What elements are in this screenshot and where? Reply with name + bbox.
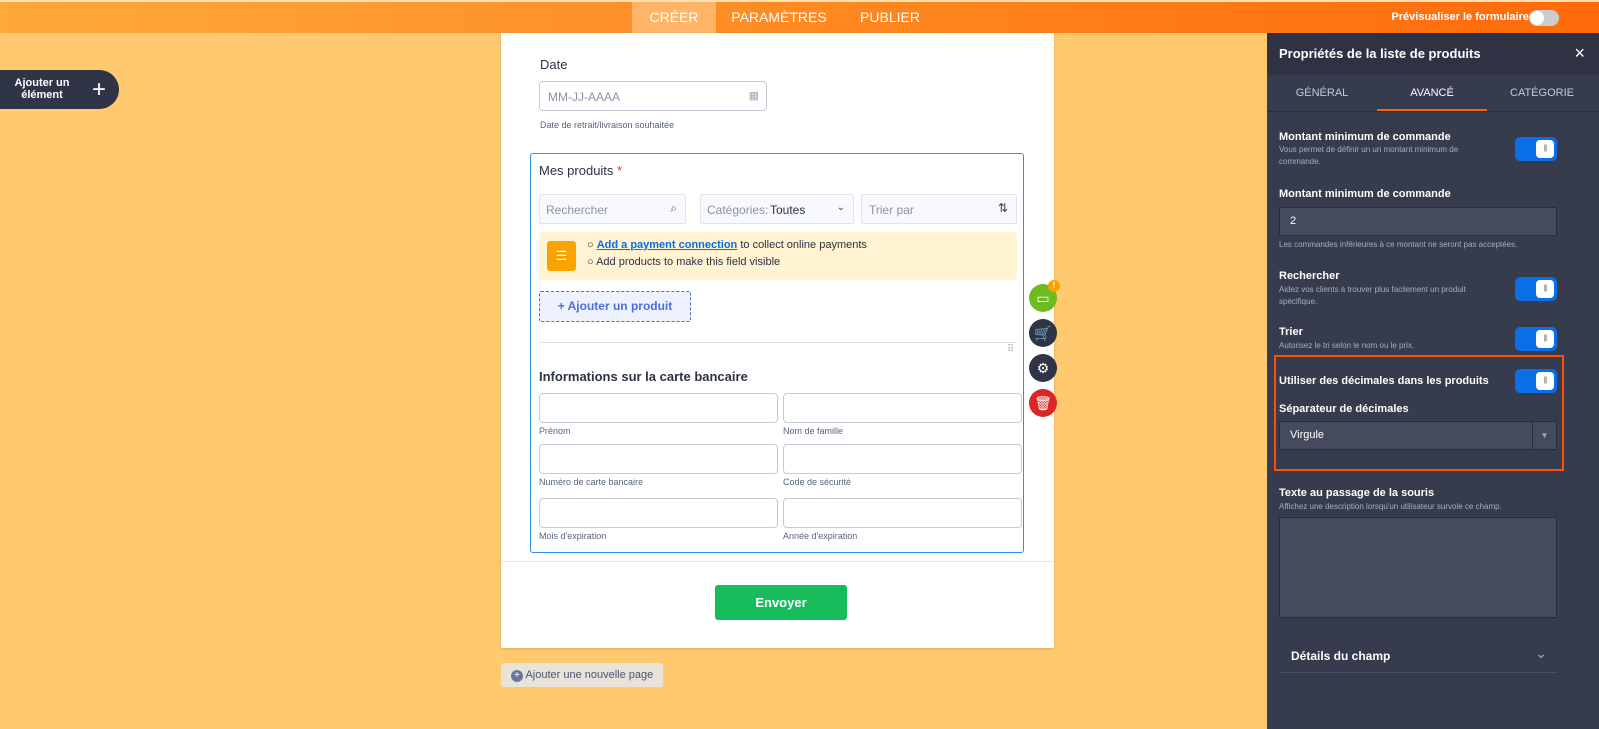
decimals-title: Utiliser des décimales dans les produits: [1279, 375, 1489, 387]
products-field[interactable]: Mes produits * Rechercher ⌕ Catégories: …: [530, 153, 1024, 553]
min-amount-title: Montant minimum de commande: [1279, 188, 1451, 200]
sort-toggle[interactable]: [1515, 327, 1557, 351]
calendar-icon[interactable]: ▦: [749, 89, 759, 102]
add-page-button[interactable]: + Ajouter une nouvelle page: [501, 663, 663, 687]
card-field-input[interactable]: [783, 444, 1022, 474]
products-label: Mes produits *: [539, 163, 623, 178]
card-field-label: Nom de famille: [783, 426, 844, 436]
tab-parametres[interactable]: PARAMÈTRES: [716, 2, 842, 33]
payment-connection-link[interactable]: Add a payment connection: [597, 239, 738, 251]
preview-toggle[interactable]: [1529, 10, 1559, 26]
notice-line-1: ○ Add a payment connection to collect on…: [587, 239, 867, 251]
separator-select[interactable]: Virgule ▼: [1279, 421, 1557, 450]
card-field-label: Année d'expiration: [783, 531, 858, 541]
preview-label: Prévisualiser le formulaire: [1391, 11, 1529, 23]
card-field-label: Mois d'expiration: [539, 531, 607, 541]
categories-value: Toutes: [770, 203, 806, 217]
warning-badge: !: [1048, 280, 1060, 292]
form-card: Date MM-JJ-AAAA ▦ Date de retrait/livrai…: [501, 33, 1054, 648]
card-field-input[interactable]: [783, 393, 1022, 423]
hover-desc: Affichez une description lorsqu'un utili…: [1279, 502, 1502, 511]
separator-value: Virgule: [1290, 429, 1325, 441]
card-info-title: Informations sur la carte bancaire: [539, 369, 748, 384]
tab-avance[interactable]: AVANCÉ: [1377, 75, 1487, 111]
field-details-label: Détails du champ: [1291, 649, 1391, 663]
min-amount-input[interactable]: 2: [1279, 207, 1557, 236]
plus-circle-icon: +: [511, 670, 523, 682]
date-label: Date: [540, 57, 568, 72]
add-element-label: Ajouter un élément: [14, 77, 70, 101]
card-field-input[interactable]: [539, 393, 778, 423]
add-element-button[interactable]: Ajouter un élément +: [0, 70, 119, 109]
search-toggle[interactable]: [1515, 277, 1557, 301]
tab-categorie[interactable]: CATÉGORIE: [1487, 75, 1597, 111]
min-amount-help: Les commandes inférieures à ce montant n…: [1279, 240, 1518, 249]
tab-general[interactable]: GÉNÉRAL: [1267, 75, 1377, 111]
min-order-toggle[interactable]: [1515, 137, 1557, 161]
add-product-button[interactable]: + Ajouter un produit: [539, 291, 691, 322]
card-field-input[interactable]: [783, 498, 1022, 528]
categories-select[interactable]: Catégories: Toutes ⌄: [700, 194, 854, 224]
panel-title: Propriétés de la liste de produits: [1279, 46, 1481, 61]
top-bar: CRÉER PARAMÈTRES PUBLIER Prévisualiser l…: [0, 0, 1599, 33]
categories-label: Catégories:: [707, 203, 769, 217]
close-icon[interactable]: ×: [1574, 43, 1585, 64]
panel-header: Propriétés de la liste de produits ×: [1267, 33, 1599, 75]
card-field-label: Prénom: [539, 426, 571, 436]
date-help: Date de retrait/livraison souhaitée: [540, 120, 675, 130]
date-placeholder: MM-JJ-AAAA: [548, 90, 620, 104]
date-input[interactable]: MM-JJ-AAAA ▦: [539, 81, 767, 111]
dropdown-arrow-icon: ▼: [1532, 422, 1556, 449]
search-placeholder: Rechercher: [546, 203, 609, 217]
payment-notice: ☰ ○ Add a payment connection to collect …: [539, 232, 1017, 280]
sort-icon: ⇅: [997, 201, 1008, 215]
chevron-down-icon: ⌄: [836, 202, 845, 213]
drag-handle-icon[interactable]: ⠿: [1007, 344, 1014, 355]
tab-creer[interactable]: CRÉER: [632, 2, 716, 33]
submit-button[interactable]: Envoyer: [715, 585, 847, 620]
tab-publier[interactable]: PUBLIER: [842, 2, 938, 33]
min-order-title: Montant minimum de commande: [1279, 131, 1451, 143]
checklist-icon: ☰: [547, 241, 576, 271]
sort-desc: Autorisez le tri selon le nom ou le prix…: [1279, 341, 1415, 350]
plus-icon: +: [92, 76, 107, 103]
card-field-input[interactable]: [539, 444, 778, 474]
decimals-toggle[interactable]: [1515, 369, 1557, 393]
notice-line-2: ○ Add products to make this field visibl…: [587, 256, 781, 268]
card-field-label: Code de sécurité: [783, 477, 852, 487]
chevron-down-icon: ⌄: [1535, 645, 1547, 661]
field-details-section[interactable]: Détails du champ ⌄: [1279, 635, 1557, 673]
sort-title: Trier: [1279, 326, 1303, 338]
search-desc: Aidez vos clients à trouver plus facilem…: [1279, 285, 1466, 306]
sort-placeholder: Trier par: [869, 203, 914, 217]
min-order-desc: Vous permet de définir un un montant min…: [1279, 145, 1459, 166]
trash-icon[interactable]: 🗑: [1029, 389, 1057, 417]
gear-icon[interactable]: ⚙: [1029, 354, 1057, 382]
cart-icon[interactable]: 🛒: [1029, 319, 1057, 347]
card-field-label: Numéro de carte bancaire: [539, 477, 644, 487]
sort-select[interactable]: Trier par ⇅: [861, 194, 1017, 224]
divider: [539, 342, 1017, 343]
hover-title: Texte au passage de la souris: [1279, 487, 1435, 499]
hover-textarea[interactable]: [1279, 517, 1557, 618]
search-icon: ⌕: [670, 201, 677, 215]
product-search-input[interactable]: Rechercher ⌕: [539, 194, 686, 224]
properties-panel: Propriétés de la liste de produits × GÉN…: [1267, 33, 1599, 729]
card-field-input[interactable]: [539, 498, 778, 528]
search-title: Rechercher: [1279, 270, 1340, 282]
divider: [501, 561, 1054, 562]
separator-title: Séparateur de décimales: [1279, 403, 1409, 415]
